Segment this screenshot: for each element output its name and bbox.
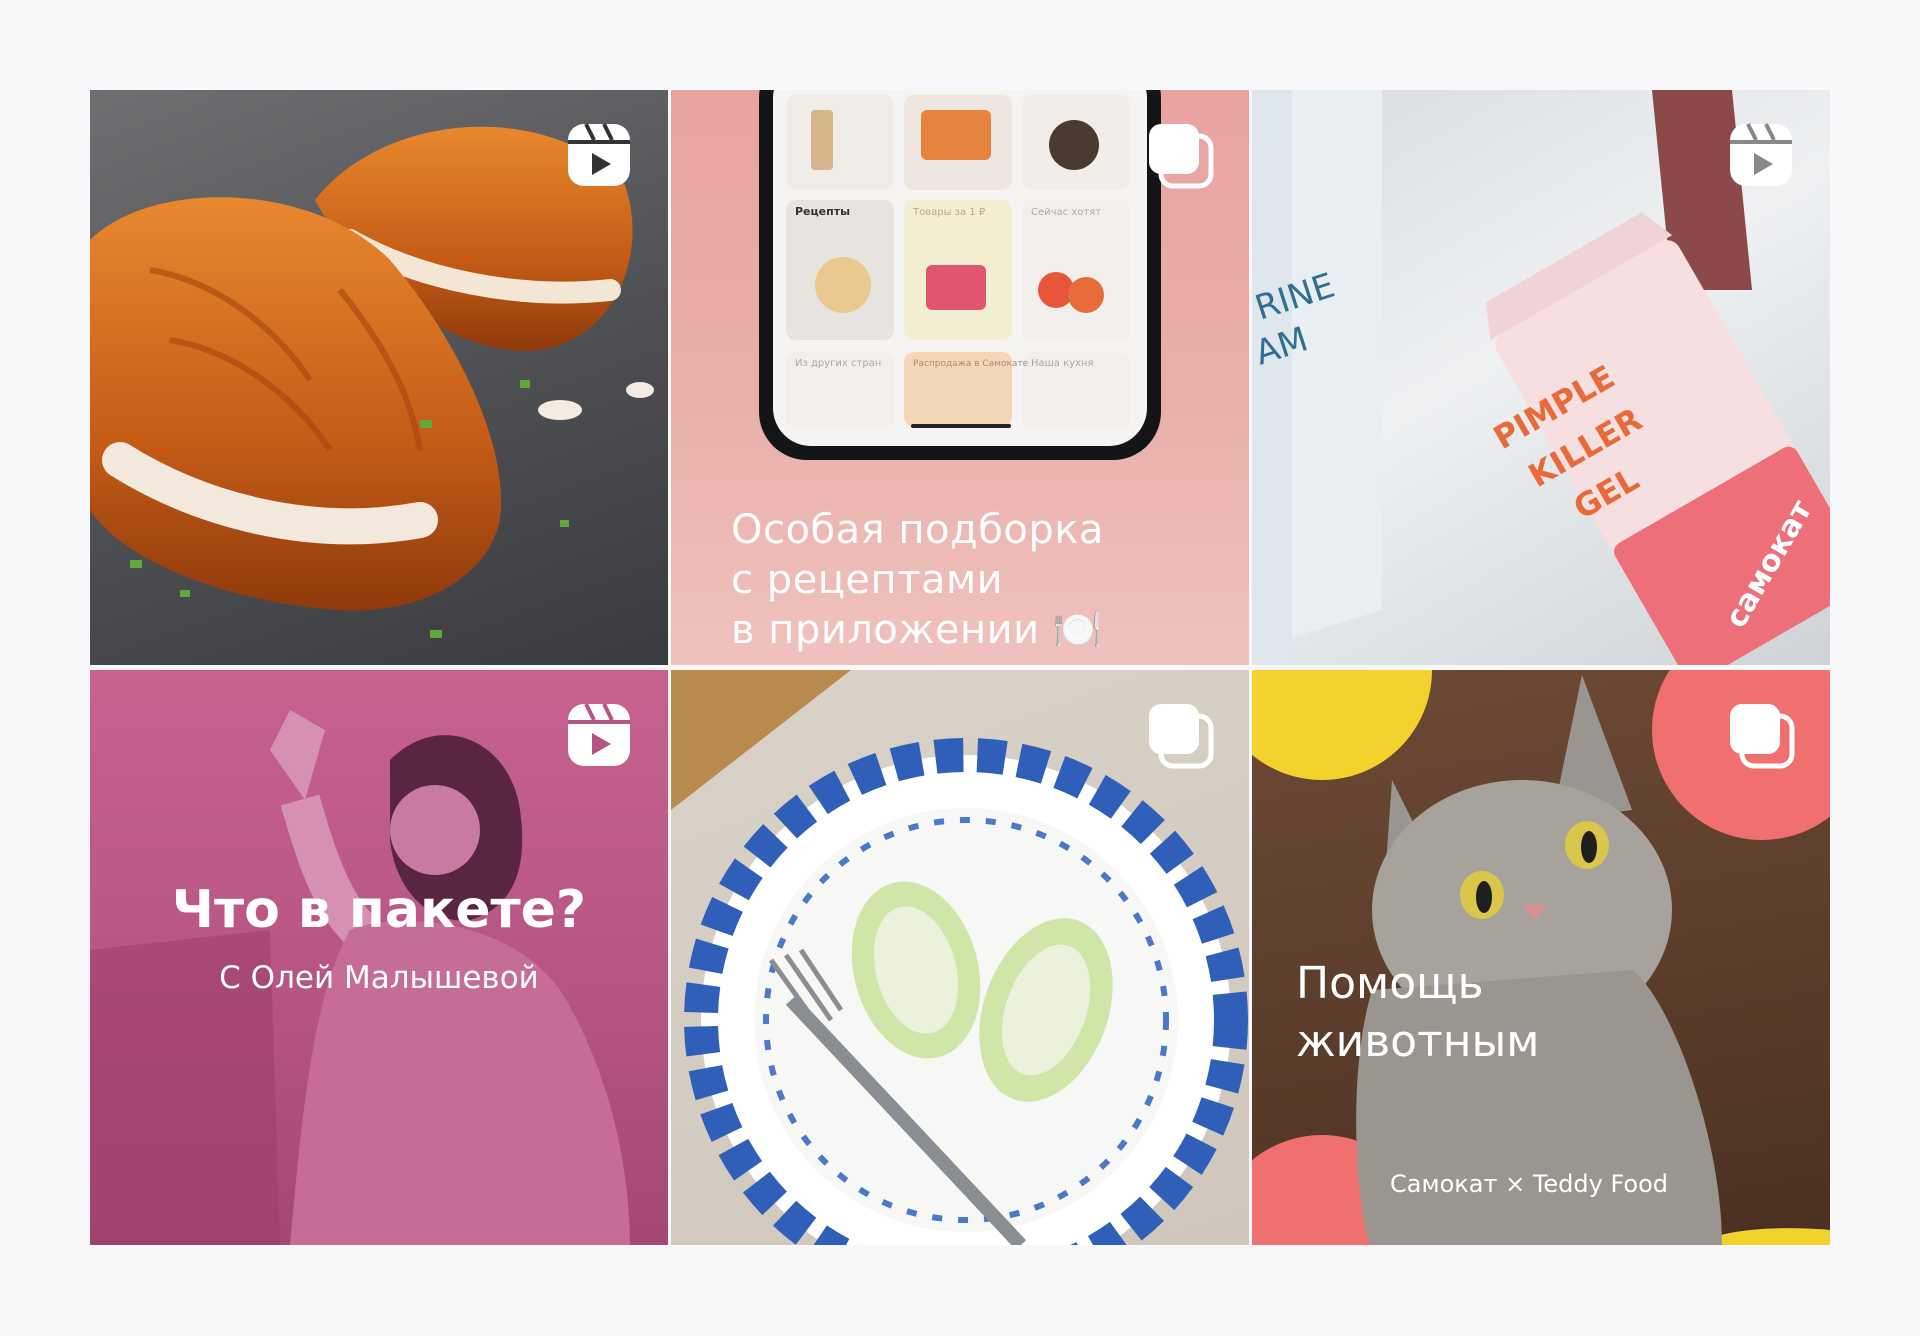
post-tile-croissants[interactable] [90,90,668,665]
post-subtitle: Самокат × Teddy Food [1390,1170,1669,1198]
reels-icon [568,123,630,186]
phone-tile-our-kitchen: Наша кухня [1031,358,1094,369]
post-tile-plate[interactable] [671,670,1249,1245]
post-title: Помощь животным [1296,955,1539,1071]
promo-caption: Особая подборка с рецептами в приложении… [731,505,1104,655]
post-tile-whats-in-bag[interactable]: Что в пакете? С Олей Малышевой [90,670,668,1245]
promo-caption-line: Особая подборка [731,507,1104,553]
post-title: Что в пакете? [171,880,587,940]
post-tile-pets-help[interactable]: Помощь животным Самокат × Teddy Food [1252,670,1830,1245]
promo-caption-line: в приложении 🍽️ [731,607,1104,653]
reels-icon [568,703,630,766]
post-title-line: животным [1296,1016,1540,1067]
phone-tile-trending: Сейчас хотят [1031,207,1101,218]
carousel-icon [1730,704,1795,769]
phone-tile-sale: Распродажа в Самокате [913,359,1029,369]
carousel-icon [1149,704,1214,769]
phone-tile-one-ruble: Товары за 1 ₽ [912,207,986,218]
phone-tile-recipes: Рецепты [795,205,850,218]
carousel-icon [1149,124,1214,189]
post-tile-app-promo[interactable]: Рецепты Товары за 1 ₽ Сейчас хотят Из др… [671,90,1249,665]
posts-grid: Рецепты Товары за 1 ₽ Сейчас хотят Из др… [90,90,1830,1245]
post-subtitle: С Олей Малышевой [219,960,539,996]
promo-caption-line: с рецептами [731,557,1004,603]
post-title-line: Помощь [1296,958,1484,1009]
phone-tile-other-countries: Из других стран [795,358,881,369]
reels-icon [1730,123,1792,186]
post-tile-gel[interactable]: RINE AM PIMPLE KILLER GEL самокат [1252,90,1830,665]
